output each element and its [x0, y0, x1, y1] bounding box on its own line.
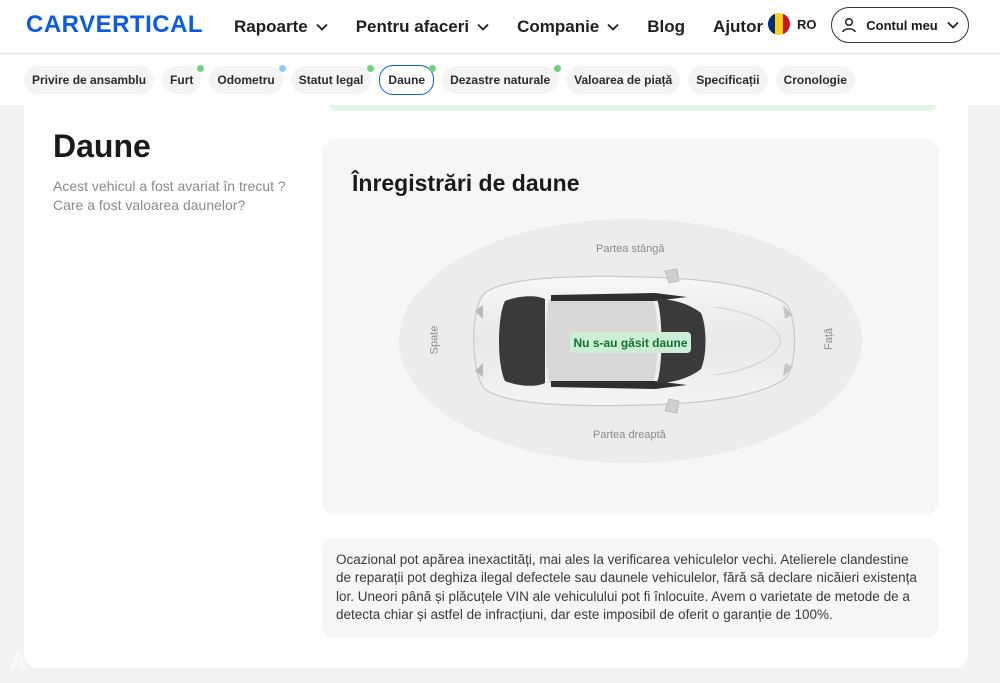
label-right-side: Partea dreaptă [593, 429, 666, 441]
chevron-down-icon [316, 23, 328, 31]
account-button[interactable]: Contul meu [831, 7, 969, 43]
status-dot [367, 65, 375, 72]
label-front: Față [823, 327, 836, 351]
tab-dezastre-naturale[interactable]: Dezastre naturale [442, 65, 562, 94]
tab-statut-legal[interactable]: Statut legal [290, 65, 375, 94]
label-left-side: Partea stângă [596, 243, 665, 255]
account-label: Contul meu [866, 17, 938, 33]
chevron-down-icon [607, 23, 619, 31]
label-rear: Spate [428, 325, 441, 355]
tab-odometru[interactable]: Odometru [209, 65, 286, 94]
tab-label: Specificații [696, 73, 760, 87]
chevron-down-icon [947, 21, 959, 29]
nav-rapoarte-label: Rapoarte [234, 17, 308, 36]
section-title: Daune [53, 128, 151, 164]
tab-label: Daune [388, 73, 426, 87]
nav-companie-label: Companie [517, 17, 600, 36]
no-damage-badge: Nu s-au găsit daune [570, 332, 691, 353]
romania-flag-icon [768, 13, 790, 35]
nav-pentru-afaceri-label: Pentru afaceri [355, 17, 470, 36]
section-subtitle: Acest vehicul a fost avariat în trecut ?… [53, 178, 286, 213]
tab-label: Furt [170, 73, 194, 87]
tab-label: Cronologie [783, 73, 847, 87]
nav-companie[interactable]: Companie [517, 17, 619, 37]
tab-daune[interactable]: Daune [379, 65, 437, 95]
user-icon [842, 17, 857, 33]
status-dot [197, 65, 205, 72]
nav-blog[interactable]: Blog [647, 17, 685, 37]
tab-label: Statut legal [298, 73, 364, 87]
top-header: CARVERTICAL Rapoarte Pentru afaceri Comp… [0, 0, 1000, 54]
nav-rapoarte[interactable]: Rapoarte [234, 17, 328, 37]
autovit-watermark: AUTOVIT.RO [10, 648, 165, 676]
nav-ajutor-label: Ajutor [713, 17, 764, 36]
status-dot [278, 65, 286, 72]
main-nav: Rapoarte Pentru afaceri Companie Blog Aj… [234, 0, 791, 54]
nav-pentru-afaceri[interactable]: Pentru afaceri [356, 17, 489, 37]
previous-section-strip [330, 105, 936, 111]
tab-cronologie[interactable]: Cronologie [775, 66, 855, 94]
tab-valoarea-de-piata[interactable]: Valoarea de piață [566, 66, 681, 94]
nav-ajutor[interactable]: Ajutor [713, 17, 763, 37]
tab-privire-de-ansamblu[interactable]: Privire de ansamblu [24, 66, 155, 94]
nav-blog-label: Blog [647, 17, 686, 36]
report-tabs: Privire de ansamblu Furt Odometru Statut… [0, 55, 1000, 105]
status-dot [554, 65, 562, 72]
language-code: RO [797, 16, 817, 32]
status-dot [429, 65, 437, 72]
tab-label: Odometru [217, 73, 275, 87]
language-selector[interactable]: RO [768, 13, 817, 35]
carvertical-logo[interactable]: CARVERTICAL [26, 11, 203, 39]
records-title: Înregistrări de daune [352, 170, 580, 196]
tab-label: Valoarea de piață [574, 73, 673, 87]
tab-label: Dezastre naturale [450, 73, 551, 87]
tab-label: Privire de ansamblu [32, 73, 147, 87]
tab-furt[interactable]: Furt [162, 65, 205, 94]
tab-specificatii[interactable]: Specificații [688, 66, 768, 94]
accuracy-disclaimer: Ocazional pot apărea inexactități, mai a… [322, 538, 939, 638]
chevron-down-icon [477, 23, 489, 31]
watermark-text: AUTOVIT.RO [10, 648, 165, 675]
